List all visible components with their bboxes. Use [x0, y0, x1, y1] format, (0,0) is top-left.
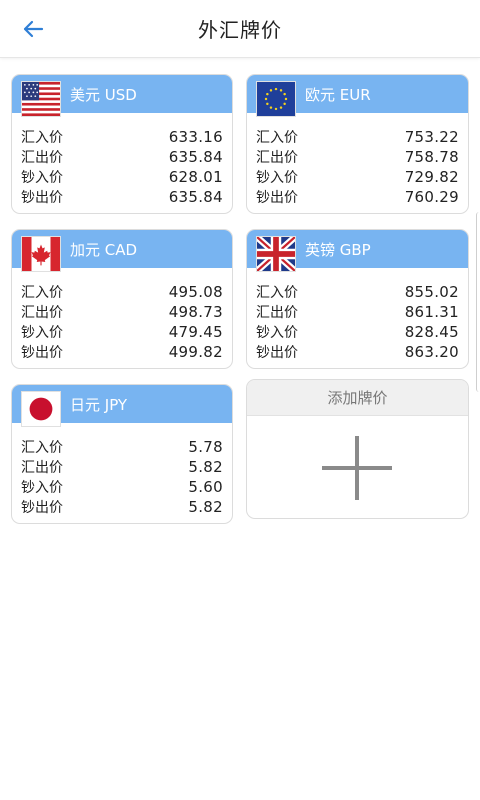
rate-value: 635.84 [168, 188, 223, 206]
canada-flag-icon [21, 236, 61, 272]
card-header: 日元 JPY [12, 385, 232, 427]
rate-label: 汇入价 [21, 130, 63, 146]
card-header: 美元 USD [12, 75, 232, 117]
currency-card-cad[interactable]: 加元 CAD 汇入价 495.08 汇出价 498.73 钞入价 479.45 钞出价… [11, 229, 233, 369]
rate-label: 钞出价 [256, 345, 298, 361]
rate-value: 758.78 [404, 148, 459, 166]
rate-value: 5.78 [188, 438, 223, 456]
rate-value: 5.82 [188, 458, 223, 476]
japan-flag-icon [21, 391, 61, 427]
rate-label: 钞出价 [256, 190, 298, 206]
rate-label: 汇入价 [256, 130, 298, 146]
rate-label: 汇入价 [21, 285, 63, 301]
rate-value: 828.45 [404, 323, 459, 341]
rate-value: 855.02 [404, 283, 459, 301]
card-header: 加元 CAD [12, 230, 232, 272]
currency-name: 加元 CAD [70, 241, 138, 259]
app-header: 外汇牌价 [0, 0, 480, 58]
rate-row-buy-remit: 汇入价 855.02 [256, 282, 459, 302]
currency-card-usd[interactable]: 美元 USD 汇入价 633.16 汇出价 635.84 钞入价 628.01 钞出价… [11, 74, 233, 214]
currency-name: 日元 JPY [70, 396, 128, 414]
rate-label: 汇出价 [21, 460, 63, 476]
page-title: 外汇牌价 [198, 18, 282, 42]
rate-value: 635.84 [168, 148, 223, 166]
rate-row-sell-cash: 钞出价 499.82 [21, 342, 223, 362]
rate-value: 498.73 [168, 303, 223, 321]
rate-value: 479.45 [168, 323, 223, 341]
add-rate-label: 添加牌价 [247, 380, 468, 416]
currency-name: 美元 USD [70, 86, 137, 104]
rate-value: 628.01 [168, 168, 223, 186]
rate-row-sell-cash: 钞出价 863.20 [256, 342, 459, 362]
rate-value: 863.20 [404, 343, 459, 361]
rate-label: 钞入价 [256, 170, 298, 186]
rate-label: 汇出价 [256, 150, 298, 166]
currency-card-jpy[interactable]: 日元 JPY 汇入价 5.78 汇出价 5.82 钞入价 5.60 钞出价 5.82 [11, 384, 233, 524]
rate-label: 钞入价 [21, 480, 63, 496]
rate-label: 汇入价 [256, 285, 298, 301]
rate-row-sell-cash: 钞出价 635.84 [21, 187, 223, 207]
plus-icon [322, 436, 392, 500]
rate-label: 钞入价 [21, 325, 63, 341]
uk-flag-icon [256, 236, 296, 272]
rate-value: 5.82 [188, 498, 223, 516]
rate-row-sell-remit: 汇出价 498.73 [21, 302, 223, 322]
rate-label: 钞出价 [21, 500, 63, 516]
rate-row-buy-remit: 汇入价 753.22 [256, 127, 459, 147]
rate-row-buy-remit: 汇入价 495.08 [21, 282, 223, 302]
rate-row-buy-remit: 汇入价 5.78 [21, 437, 223, 457]
rate-label: 汇出价 [21, 150, 63, 166]
currency-name: 欧元 EUR [305, 86, 371, 104]
add-rate-button[interactable]: 添加牌价 [246, 379, 469, 519]
rate-value: 633.16 [168, 128, 223, 146]
rate-row-sell-remit: 汇出价 5.82 [21, 457, 223, 477]
rate-label: 钞出价 [21, 190, 63, 206]
rate-row-buy-cash: 钞入价 729.82 [256, 167, 459, 187]
rate-value: 861.31 [404, 303, 459, 321]
rate-value: 5.60 [188, 478, 223, 496]
currency-name: 英镑 GBP [305, 241, 371, 259]
rate-value: 499.82 [168, 343, 223, 361]
rate-label: 汇出价 [21, 305, 63, 321]
rate-label: 钞出价 [21, 345, 63, 361]
rate-row-sell-remit: 汇出价 758.78 [256, 147, 459, 167]
rate-label: 汇出价 [256, 305, 298, 321]
rate-row-sell-cash: 钞出价 760.29 [256, 187, 459, 207]
rate-row-buy-cash: 钞入价 828.45 [256, 322, 459, 342]
rate-label: 钞入价 [21, 170, 63, 186]
rate-row-sell-remit: 汇出价 861.31 [256, 302, 459, 322]
rate-value: 753.22 [404, 128, 459, 146]
rate-row-buy-remit: 汇入价 633.16 [21, 127, 223, 147]
rate-row-buy-cash: 钞入价 479.45 [21, 322, 223, 342]
edge-swipe-handle[interactable] [476, 212, 480, 392]
rate-label: 汇入价 [21, 440, 63, 456]
rate-value: 495.08 [168, 283, 223, 301]
card-header: 英镑 GBP [247, 230, 468, 272]
rate-row-buy-cash: 钞入价 5.60 [21, 477, 223, 497]
rate-value: 760.29 [404, 188, 459, 206]
currency-card-gbp[interactable]: 英镑 GBP 汇入价 855.02 汇出价 861.31 钞入价 828.45 钞出价… [246, 229, 469, 369]
rate-row-sell-remit: 汇出价 635.84 [21, 147, 223, 167]
currency-card-eur[interactable]: 欧元 EUR 汇入价 753.22 汇出价 758.78 钞入价 729.82 钞出价… [246, 74, 469, 214]
card-header: 欧元 EUR [247, 75, 468, 117]
rate-label: 钞入价 [256, 325, 298, 341]
rate-row-sell-cash: 钞出价 5.82 [21, 497, 223, 517]
rate-row-buy-cash: 钞入价 628.01 [21, 167, 223, 187]
rate-value: 729.82 [404, 168, 459, 186]
eu-flag-icon [256, 81, 296, 117]
us-flag-icon [21, 81, 61, 117]
